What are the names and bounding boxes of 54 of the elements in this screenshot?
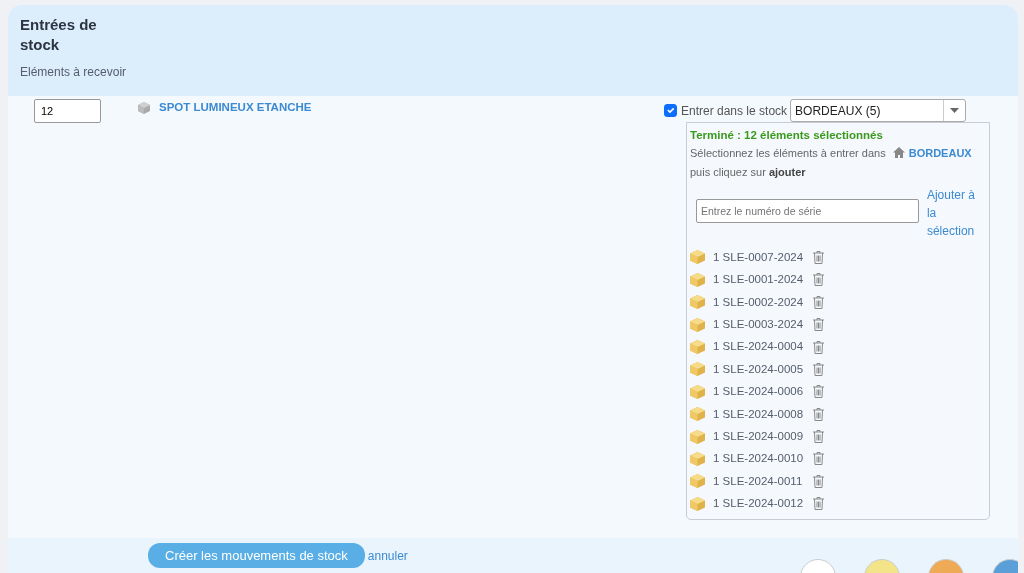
box-icon [690,295,705,310]
trash-icon[interactable] [813,318,824,332]
trash-icon[interactable] [813,407,824,421]
box-icon [690,384,705,399]
trash-icon[interactable] [813,385,824,399]
page-title: Entrées de stock [20,15,98,55]
trash-icon[interactable] [813,430,824,444]
warehouse-link[interactable]: BORDEAUX [908,147,972,160]
trash-icon[interactable] [813,273,824,287]
box-icon [690,317,705,332]
box-icon [690,340,705,354]
checkbox-label: Entrer dans le stock [681,102,788,120]
instruction-text: Sélectionnez les éléments à entrer dans [690,147,886,160]
serial-number: 1 SLE-2024-0004 [713,339,805,355]
serial-number-field[interactable]: Entrez le numéro de série [696,199,919,224]
serial-number: 1 SLE-2024-0009 [713,428,805,444]
box-icon [690,496,705,511]
serial-number: 1 SLE-2024-0010 [713,451,805,467]
quantity-field[interactable]: 12 [34,99,101,123]
trash-icon[interactable] [813,340,824,354]
serial-number: 1 SLE-0001-2024 [713,272,805,288]
serial-number: 1 SLE-0007-2024 [713,249,805,265]
serial-number: 1 SLE-2024-0008 [713,406,805,422]
box-icon [690,407,705,422]
box-icon [690,250,705,265]
box-icon [690,451,705,466]
add-to-selection-link[interactable]: Ajouter à la sélection [926,186,986,241]
enter-stock-checkbox[interactable] [664,104,677,117]
trash-icon[interactable] [813,452,824,466]
serial-number: 1 SLE-0003-2024 [713,317,805,332]
trash-icon[interactable] [813,497,824,511]
serial-number: 1 SLE-2024-0011 [713,473,804,489]
serial-number: 1 SLE-2024-0006 [713,384,805,400]
caret-icon [950,108,960,113]
serial-number: 1 SLE-0002-2024 [713,294,805,310]
section-subtitle: Eléments à recevoir [20,64,128,81]
serial-number: 1 SLE-2024-0012 [713,496,805,512]
instruction-text: puis cliquez sur ajouter [690,166,806,179]
box-icon [690,474,705,489]
box-icon [690,272,705,287]
trash-icon[interactable] [813,295,824,309]
box-icon [690,429,705,444]
warehouse-select[interactable]: BORDEAUX (5) [790,99,967,122]
product-name[interactable]: SPOT LUMINEUX ETANCHE [159,99,312,117]
home-icon [892,147,905,159]
trash-icon[interactable] [813,362,824,376]
create-movements-button[interactable]: Créer les mouvements de stock [148,542,365,569]
cancel-link[interactable]: annuler [367,546,408,565]
trash-icon[interactable] [813,250,824,264]
status-message: Terminé : 12 éléments sélectionnés [690,128,884,143]
box-icon [690,362,705,377]
trash-icon[interactable] [813,474,824,488]
cube-icon [137,100,151,115]
serial-number: 1 SLE-2024-0005 [713,361,805,377]
